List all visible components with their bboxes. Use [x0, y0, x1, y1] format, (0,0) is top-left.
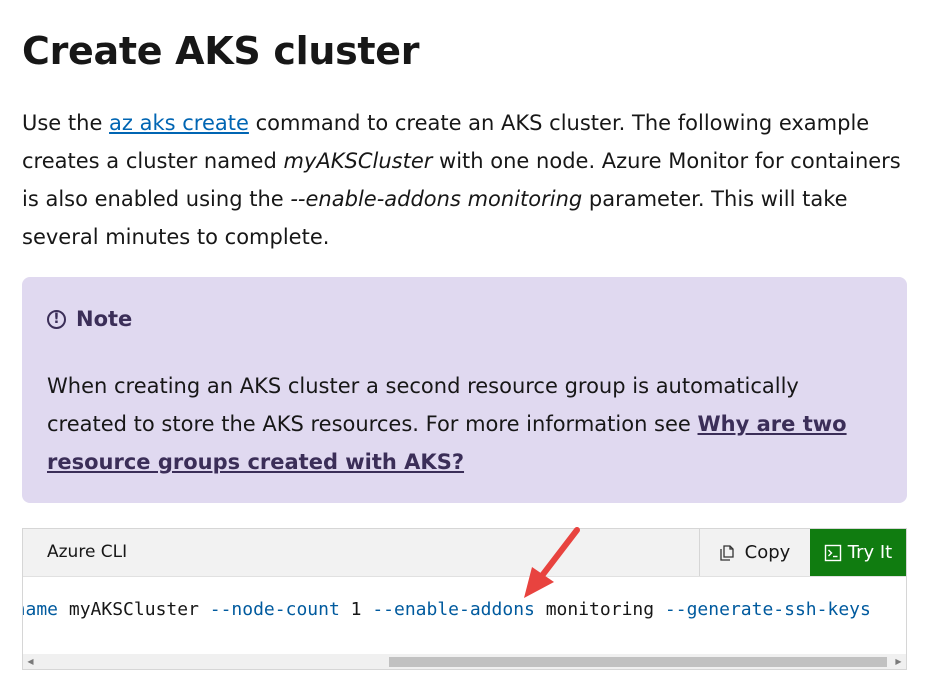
code-token: --name: [23, 599, 59, 620]
try-it-label: Try It: [847, 542, 893, 563]
copy-button[interactable]: Copy: [699, 529, 809, 576]
code-token: monitoring: [534, 599, 665, 620]
scroll-left-arrow-icon[interactable]: ◀: [23, 654, 38, 669]
note-body: When creating an AKS cluster a second re…: [47, 367, 867, 481]
note-heading: ! Note: [47, 307, 132, 331]
az-aks-create-link[interactable]: az aks create: [109, 111, 249, 135]
param-name-text: --enable-addons monitoring: [290, 187, 583, 211]
code-token: myAKSCluster: [58, 599, 210, 620]
code-language-label: Azure CLI: [47, 542, 128, 562]
copy-button-label: Copy: [744, 542, 791, 563]
terminal-icon: [824, 544, 841, 561]
horizontal-scrollbar[interactable]: ◀ ▶: [23, 654, 906, 669]
page-title: Create AKS cluster: [22, 29, 420, 73]
code-block-header: Azure CLI Copy Try It: [23, 529, 906, 577]
code-token: --node-count: [209, 599, 340, 620]
cluster-name-text: myAKSCluster: [283, 149, 433, 173]
scroll-right-arrow-icon[interactable]: ▶: [891, 654, 906, 669]
code-token: 1: [339, 599, 373, 620]
note-heading-label: Note: [76, 307, 133, 331]
copy-icon: [720, 544, 734, 561]
note-body-text: When creating an AKS cluster a second re…: [47, 374, 799, 436]
code-line-content: --name myAKSCluster --node-count 1 --ena…: [23, 599, 871, 620]
note-callout: ! Note When creating an AKS cluster a se…: [22, 277, 907, 503]
code-line: --name myAKSCluster --node-count 1 --ena…: [23, 597, 906, 627]
code-token: --enable-addons: [372, 599, 535, 620]
code-token: --generate-ssh-keys: [664, 599, 871, 620]
info-circle-icon: !: [47, 309, 66, 329]
intro-text-1: Use the: [22, 111, 110, 135]
intro-paragraph: Use the az aks create command to create …: [22, 104, 922, 256]
scrollbar-thumb[interactable]: [389, 657, 887, 667]
try-it-button[interactable]: Try It: [810, 529, 906, 576]
code-block: Azure CLI Copy Try It --name myAKSCluste…: [22, 528, 907, 670]
